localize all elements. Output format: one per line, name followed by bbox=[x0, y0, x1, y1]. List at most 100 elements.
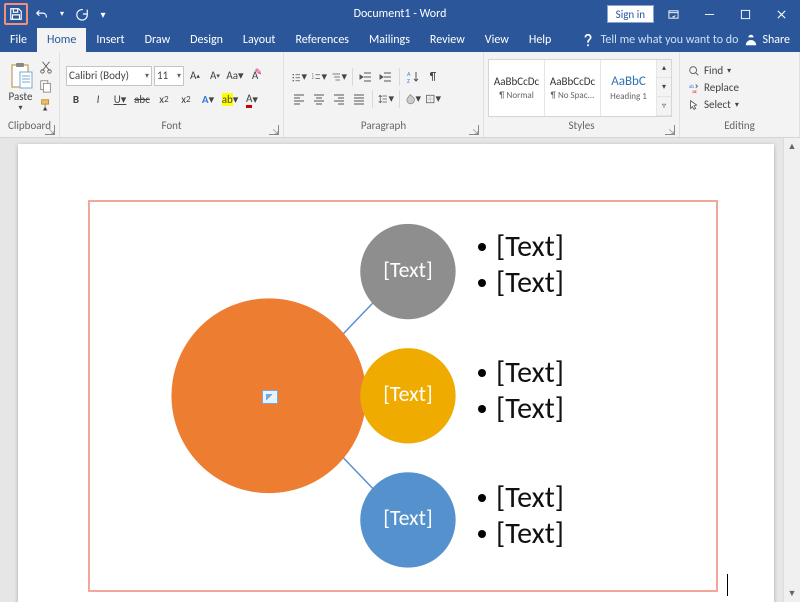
line-spacing-icon[interactable]: ▾ bbox=[377, 90, 395, 108]
font-launcher-icon[interactable] bbox=[269, 125, 279, 135]
title-bar: ▾ ▾ Document1 - Word Sign in bbox=[0, 0, 800, 28]
smartart-svg: [Text] [Text] [Text] bbox=[90, 202, 716, 592]
tab-insert[interactable]: Insert bbox=[86, 28, 134, 52]
subscript-button[interactable]: x2 bbox=[154, 90, 174, 110]
replace-button[interactable]: abacReplace bbox=[686, 80, 741, 95]
undo-icon[interactable] bbox=[30, 3, 54, 25]
svg-text:[Text]: [Text] bbox=[383, 504, 432, 531]
share-label: Share bbox=[762, 33, 790, 47]
scroll-down-icon[interactable]: ▼ bbox=[784, 585, 800, 602]
tab-references[interactable]: References bbox=[285, 28, 359, 52]
decrease-indent-icon[interactable] bbox=[357, 68, 375, 86]
tab-help[interactable]: Help bbox=[519, 28, 562, 52]
tab-file[interactable]: File bbox=[0, 28, 37, 52]
style-heading1[interactable]: AaBbCHeading 1 bbox=[601, 60, 657, 116]
group-paragraph: ▾ 12▾ ▾ AZ ¶ ▾ bbox=[284, 52, 484, 137]
cut-icon[interactable] bbox=[39, 60, 53, 77]
highlight-icon[interactable]: ab▾ bbox=[220, 90, 240, 110]
font-group-label: Font bbox=[161, 119, 181, 132]
underline-button[interactable]: U▾ bbox=[110, 90, 130, 110]
select-button[interactable]: Select ▾ bbox=[686, 97, 741, 112]
redo-icon[interactable] bbox=[70, 3, 94, 25]
ribbon-tabs: File Home Insert Draw Design Layout Refe… bbox=[0, 28, 800, 52]
justify-icon[interactable] bbox=[350, 90, 368, 108]
group-styles: AaBbCcDc¶ Normal AaBbCcDc¶ No Spac... Aa… bbox=[484, 52, 680, 137]
editing-group-label: Editing bbox=[724, 119, 755, 132]
multilevel-list-icon[interactable]: ▾ bbox=[330, 68, 348, 86]
style-no-spacing[interactable]: AaBbCcDc¶ No Spac... bbox=[545, 60, 601, 116]
paste-button[interactable]: Paste ▾ bbox=[6, 62, 35, 113]
maximize-icon[interactable] bbox=[728, 0, 762, 28]
group-editing: Find ▾ abacReplace Select ▾ Editing bbox=[680, 52, 800, 137]
sort-icon[interactable]: AZ bbox=[404, 68, 422, 86]
minimize-icon[interactable] bbox=[692, 0, 726, 28]
tab-design[interactable]: Design bbox=[180, 28, 233, 52]
bold-button[interactable]: B bbox=[66, 90, 86, 110]
ribbon: Paste ▾ Clipboard Calibri (Body)▾ 11▾ A▴… bbox=[0, 52, 800, 138]
tab-view[interactable]: View bbox=[475, 28, 519, 52]
svg-text:2: 2 bbox=[312, 76, 314, 81]
smartart-object[interactable]: [Text] [Text] [Text] [Text] [Text] [Text… bbox=[88, 200, 718, 592]
styles-group-label: Styles bbox=[568, 119, 594, 132]
qat-customize-icon[interactable]: ▾ bbox=[96, 3, 110, 25]
scroll-up-icon[interactable]: ▲ bbox=[784, 138, 800, 155]
tab-layout[interactable]: Layout bbox=[233, 28, 286, 52]
increase-indent-icon[interactable] bbox=[377, 68, 395, 86]
superscript-button[interactable]: x2 bbox=[176, 90, 196, 110]
numbering-icon[interactable]: 12▾ bbox=[310, 68, 328, 86]
bullets-group-2: [Text] [Text] bbox=[478, 352, 564, 430]
save-icon[interactable] bbox=[4, 3, 28, 25]
font-name-combo[interactable]: Calibri (Body)▾ bbox=[66, 66, 152, 86]
borders-icon[interactable]: ▾ bbox=[424, 90, 442, 108]
text-effects-icon[interactable]: A▾ bbox=[198, 90, 218, 110]
sign-in-button[interactable]: Sign in bbox=[607, 5, 654, 23]
svg-text:[Text]: [Text] bbox=[383, 256, 432, 283]
styles-more-icon[interactable]: ▴▾▿ bbox=[657, 60, 671, 116]
tab-home[interactable]: Home bbox=[37, 28, 86, 52]
shading-icon[interactable]: ▾ bbox=[404, 90, 422, 108]
svg-text:Z: Z bbox=[407, 77, 410, 84]
close-icon[interactable] bbox=[764, 0, 798, 28]
format-painter-icon[interactable] bbox=[39, 98, 53, 115]
share-button[interactable]: Share bbox=[744, 33, 790, 47]
find-button[interactable]: Find ▾ bbox=[686, 63, 741, 78]
tab-mailings[interactable]: Mailings bbox=[359, 28, 420, 52]
clear-formatting-icon[interactable]: A✎ bbox=[246, 67, 264, 85]
vertical-scrollbar[interactable]: ▲ ▼ bbox=[783, 138, 800, 602]
font-size-combo[interactable]: 11▾ bbox=[154, 66, 184, 86]
change-case-icon[interactable]: Aa▾ bbox=[226, 67, 244, 85]
clipboard-launcher-icon[interactable] bbox=[45, 125, 55, 135]
align-left-icon[interactable] bbox=[290, 90, 308, 108]
align-center-icon[interactable] bbox=[310, 90, 328, 108]
tab-draw[interactable]: Draw bbox=[135, 28, 181, 52]
align-right-icon[interactable] bbox=[330, 90, 348, 108]
undo-dropdown-icon[interactable]: ▾ bbox=[56, 3, 68, 25]
group-font: Calibri (Body)▾ 11▾ A▴ A▾ Aa▾ A✎ B I U▾ … bbox=[60, 52, 284, 137]
paragraph-group-label: Paragraph bbox=[361, 119, 406, 132]
style-normal[interactable]: AaBbCcDc¶ Normal bbox=[489, 60, 545, 116]
document-area: [Text] [Text] [Text] [Text] [Text] [Text… bbox=[0, 138, 800, 602]
shrink-font-icon[interactable]: A▾ bbox=[206, 67, 224, 85]
ribbon-options-icon[interactable] bbox=[656, 0, 690, 28]
text-cursor bbox=[727, 574, 728, 596]
tell-me-label: Tell me what you want to do bbox=[601, 33, 739, 47]
strikethrough-button[interactable]: abc bbox=[132, 90, 152, 110]
tell-me-search[interactable]: Tell me what you want to do bbox=[581, 33, 739, 47]
quick-access-toolbar: ▾ ▾ bbox=[0, 3, 110, 25]
paragraph-launcher-icon[interactable] bbox=[469, 125, 479, 135]
show-marks-icon[interactable]: ¶ bbox=[424, 68, 442, 86]
picture-placeholder-icon[interactable] bbox=[262, 390, 278, 404]
bullets-group-3: [Text] [Text] bbox=[478, 477, 564, 555]
italic-button[interactable]: I bbox=[88, 90, 108, 110]
styles-gallery[interactable]: AaBbCcDc¶ Normal AaBbCcDc¶ No Spac... Aa… bbox=[488, 59, 672, 117]
bullets-group-1: [Text] [Text] bbox=[478, 226, 564, 304]
tab-review[interactable]: Review bbox=[420, 28, 475, 52]
page[interactable]: [Text] [Text] [Text] [Text] [Text] [Text… bbox=[18, 144, 774, 602]
svg-text:ac: ac bbox=[692, 89, 697, 94]
grow-font-icon[interactable]: A▴ bbox=[186, 67, 204, 85]
copy-icon[interactable] bbox=[39, 79, 53, 96]
svg-text:[Text]: [Text] bbox=[383, 380, 432, 407]
bullets-icon[interactable]: ▾ bbox=[290, 68, 308, 86]
styles-launcher-icon[interactable] bbox=[665, 125, 675, 135]
font-color-icon[interactable]: A▾ bbox=[242, 90, 262, 110]
